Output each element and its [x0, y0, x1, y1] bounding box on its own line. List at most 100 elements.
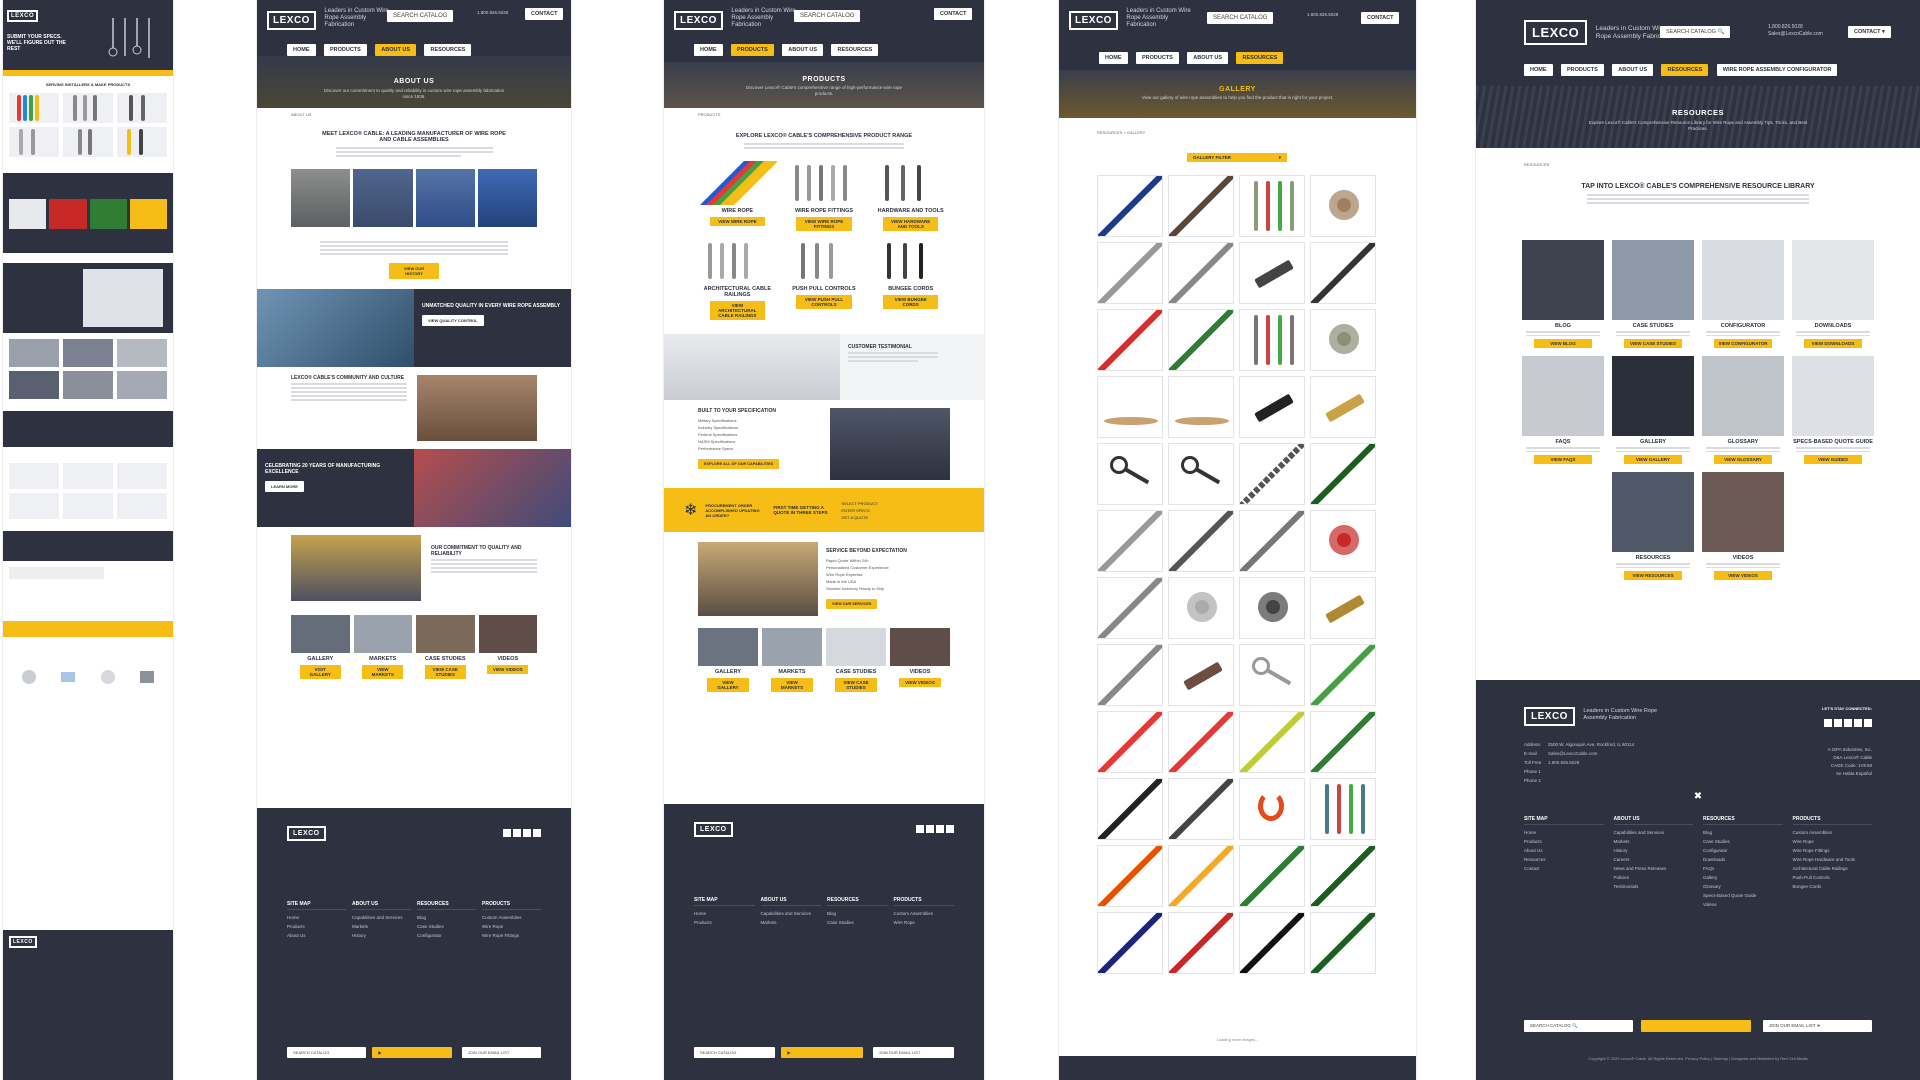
card-gallery[interactable]: GALLERY VISIT GALLERY [291, 615, 350, 679]
view-quality-button[interactable]: VIEW QUALITY CONTROL [422, 315, 484, 326]
footer-link[interactable]: Push-Pull Controls [1793, 873, 1873, 882]
footer-link[interactable]: Testimonials [1614, 882, 1694, 891]
gallery-thumbnail[interactable] [1097, 175, 1163, 237]
nav-resources[interactable]: RESOURCES [1236, 52, 1284, 64]
gallery-thumbnail[interactable] [1310, 711, 1376, 773]
gallery-thumbnail[interactable] [1310, 778, 1376, 840]
gallery-thumbnail[interactable] [1310, 644, 1376, 706]
product-button[interactable]: VIEW ARCHITECTURAL CABLE RAILINGS [709, 301, 765, 320]
gallery-thumbnail[interactable] [1310, 443, 1376, 505]
footer-link[interactable]: Products [1524, 837, 1604, 846]
gallery-thumbnail[interactable] [1097, 912, 1163, 974]
resource-card[interactable]: VIDEOS VIEW VIDEOS [1702, 472, 1784, 580]
product-button[interactable]: VIEW WIRE ROPE [709, 217, 765, 226]
nav-about-us[interactable]: ABOUT US [782, 44, 824, 56]
home-product-thumb[interactable] [9, 127, 59, 157]
footer-search-input[interactable]: SEARCH CATALOG 🔍 [1524, 1020, 1634, 1032]
resource-card-button[interactable]: VIEW GLOSSARY [1714, 455, 1772, 464]
card-case-studies[interactable]: CASE STUDIES VIEW CASE STUDIES [826, 628, 886, 692]
logo[interactable]: LEXCO [267, 10, 316, 30]
card-case-studies[interactable]: CASE STUDIES VIEW CASE STUDIES [416, 615, 475, 679]
gallery-thumbnail[interactable] [1097, 510, 1163, 572]
gallery-thumbnail[interactable] [1168, 510, 1234, 572]
gallery-thumbnail[interactable] [1239, 443, 1305, 505]
footer-email-input[interactable]: JOIN OUR EMAIL LIST ➤ [1762, 1020, 1872, 1032]
footer-link[interactable]: Downloads [1703, 855, 1783, 864]
header-phone[interactable]: 1.800.826.5028 [1768, 24, 1823, 31]
contact-button[interactable]: CONTACT ▾ [1848, 26, 1891, 38]
nav-products[interactable]: PRODUCTS [1560, 64, 1604, 76]
gallery-thumbnail[interactable] [1310, 845, 1376, 907]
gallery-thumbnail[interactable] [1168, 912, 1234, 974]
product-button[interactable]: VIEW BUNGEE CORDS [883, 295, 939, 309]
header-email[interactable]: Sales@LexcoCable.com [1768, 31, 1823, 38]
gallery-thumbnail[interactable] [1168, 845, 1234, 907]
footer-link[interactable]: Careers [1614, 855, 1694, 864]
card-videos[interactable]: VIDEOS VIEW VIDEOS [890, 628, 950, 692]
nav-products[interactable]: PRODUCTS [730, 44, 774, 56]
gallery-thumbnail[interactable] [1239, 778, 1305, 840]
footer-link[interactable]: Glossary [1703, 882, 1783, 891]
resource-card-button[interactable]: VIEW GUIDES [1804, 455, 1862, 464]
gallery-thumbnail[interactable] [1097, 845, 1163, 907]
resource-card-button[interactable]: VIEW DOWNLOADS [1804, 339, 1862, 348]
home-product-thumb[interactable] [63, 127, 113, 157]
gallery-thumbnail[interactable] [1310, 175, 1376, 237]
nav-home[interactable]: HOME [694, 44, 723, 56]
footer-search-input[interactable]: SEARCH CATALOG [694, 1047, 776, 1058]
capabilities-button[interactable]: EXPLORE ALL OF OUR CAPABILITIES [698, 459, 780, 469]
nav-products[interactable]: PRODUCTS [323, 44, 367, 56]
footer-link[interactable]: History [1614, 846, 1694, 855]
footer-link[interactable]: Policies [1614, 873, 1694, 882]
resource-card-button[interactable]: VIEW CONFIGURATOR [1714, 339, 1772, 348]
footer-link[interactable]: Markets [1614, 837, 1694, 846]
gallery-thumbnail[interactable] [1239, 912, 1305, 974]
footer-logo[interactable]: LEXCO [1524, 707, 1575, 726]
card-button[interactable]: VIEW MARKETS [362, 665, 404, 679]
gallery-thumbnail[interactable] [1097, 443, 1163, 505]
resource-card[interactable]: GALLERY VIEW GALLERY [1612, 356, 1694, 464]
nav-resources[interactable]: RESOURCES [424, 44, 472, 56]
twitter-icon[interactable] [1844, 719, 1852, 727]
footer-link[interactable]: Configurator [1703, 846, 1783, 855]
home-product-thumb[interactable] [63, 93, 113, 123]
card-button[interactable]: VIEW GALLERY [707, 678, 749, 692]
card-videos[interactable]: VIDEOS VIEW VIDEOS [478, 615, 537, 679]
gallery-thumbnail[interactable] [1097, 376, 1163, 438]
contact-button[interactable]: CONTACT [934, 8, 973, 20]
product-bungee-cords[interactable]: BUNGEE CORDS VIEW BUNGEE CORDS [871, 239, 950, 320]
gallery-filter-dropdown[interactable]: GALLERY FILTER ▾ [1187, 153, 1287, 162]
resource-card-button[interactable]: VIEW RESOURCES [1624, 571, 1682, 580]
gallery-thumbnail[interactable] [1239, 510, 1305, 572]
gallery-thumbnail[interactable] [1097, 644, 1163, 706]
card-button[interactable]: VISIT GALLERY [299, 665, 341, 679]
footer-search-input[interactable]: SEARCH CATALOG [287, 1047, 367, 1058]
card-button[interactable]: VIEW VIDEOS [487, 665, 529, 674]
footer-link[interactable]: Videos [1703, 900, 1783, 909]
card-markets[interactable]: MARKETS VIEW MARKETS [762, 628, 822, 692]
resource-card-button[interactable]: VIEW FAQS [1534, 455, 1592, 464]
breadcrumb[interactable]: PRODUCTS [664, 108, 984, 121]
search-catalog-input[interactable]: SEARCH CATALOG [1207, 12, 1274, 24]
gallery-thumbnail[interactable] [1168, 242, 1234, 304]
product-button[interactable]: VIEW WIRE ROPE FITTINGS [796, 217, 852, 231]
resource-card[interactable]: CONFIGURATOR VIEW CONFIGURATOR [1702, 240, 1784, 348]
product-push-pull[interactable]: PUSH PULL CONTROLS VIEW PUSH PULL CONTROL… [784, 239, 864, 320]
footer-link[interactable]: Wire Rope Fittings [1793, 846, 1873, 855]
learn-more-button[interactable]: LEARN MORE [265, 481, 304, 492]
footer-link[interactable]: Wire Rope [1793, 837, 1873, 846]
footer-link[interactable]: News and Press Releases [1614, 864, 1694, 873]
nav-resources[interactable]: RESOURCES [831, 44, 879, 56]
nav-products[interactable]: PRODUCTS [1135, 52, 1179, 64]
gallery-thumbnail[interactable] [1097, 778, 1163, 840]
contact-button[interactable]: CONTACT [525, 8, 564, 20]
product-button[interactable]: VIEW HARDWARE AND TOOLS [883, 217, 939, 231]
youtube-icon[interactable] [1854, 719, 1862, 727]
contact-button[interactable]: CONTACT [1361, 12, 1400, 24]
linkedin-icon[interactable] [1824, 719, 1832, 727]
gallery-thumbnail[interactable] [1239, 242, 1305, 304]
footer-link[interactable]: Gallery [1703, 873, 1783, 882]
nav-configurator[interactable]: WIRE ROPE ASSEMBLY CONFIGURATOR [1716, 64, 1838, 76]
search-catalog-input[interactable]: SEARCH CATALOG [794, 10, 861, 22]
nav-home[interactable]: HOME [287, 44, 316, 56]
